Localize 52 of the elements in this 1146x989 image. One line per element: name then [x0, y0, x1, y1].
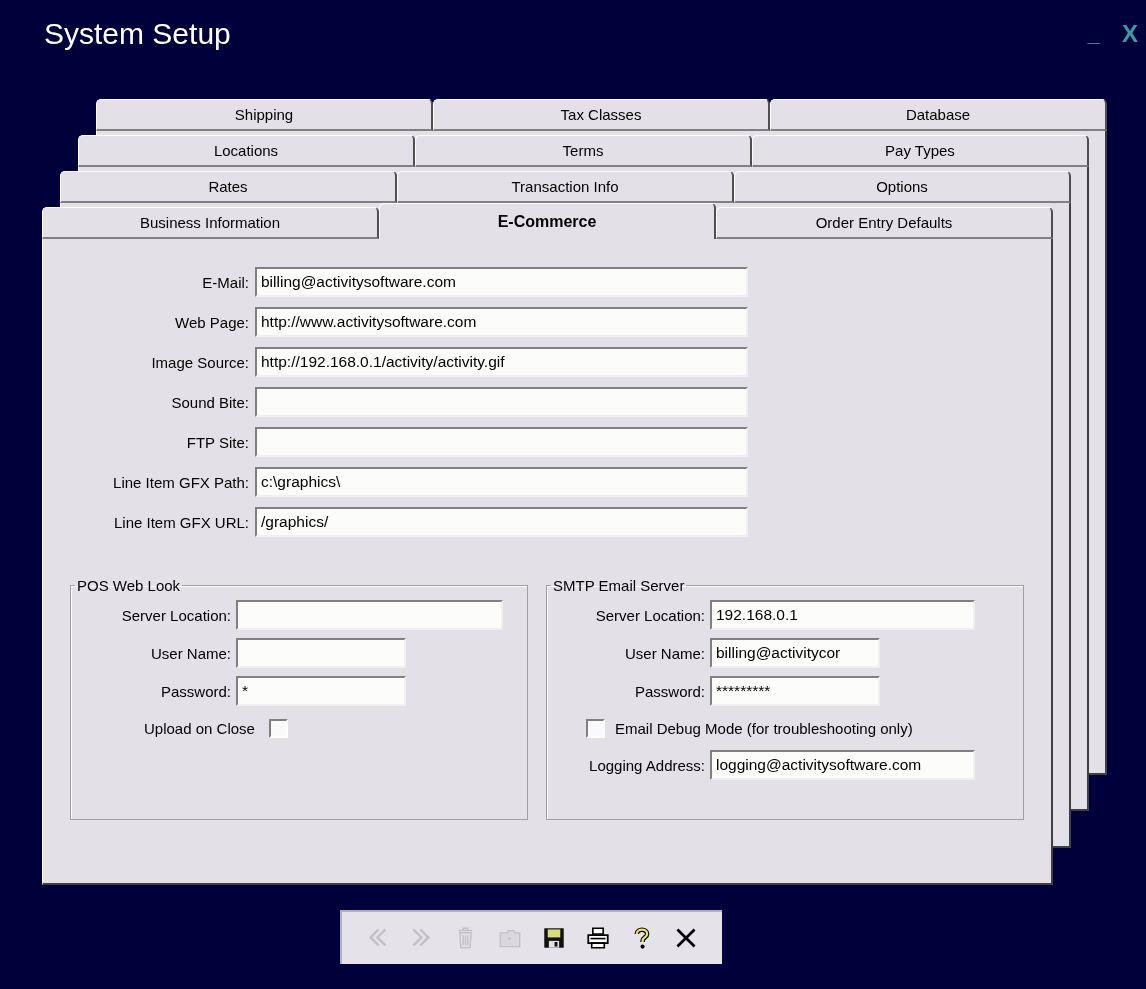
tab[interactable]: Shipping [96, 99, 433, 131]
field-label: Server Location: [120, 606, 231, 624]
field-label: User Name: [149, 644, 231, 662]
input-field[interactable] [255, 387, 748, 417]
window-title: System Setup [44, 17, 231, 51]
tab[interactable]: Tax Classes [433, 99, 770, 131]
tab[interactable]: Database [770, 99, 1107, 131]
tab[interactable]: Business Information [42, 207, 379, 239]
field-label: Line Item GFX URL: [112, 513, 249, 531]
tab[interactable]: Rates [60, 171, 397, 203]
input-field[interactable]: billing@activitysoftware.com [255, 267, 748, 297]
checkbox[interactable] [268, 718, 288, 738]
input-field[interactable] [255, 427, 748, 457]
minimize-button[interactable]: _ [1083, 20, 1104, 48]
input-field[interactable]: http://www.activitysoftware.com [255, 307, 748, 337]
tab[interactable]: Order Entry Defaults [716, 207, 1053, 239]
field-label: Sound Bite: [170, 393, 249, 411]
input-field[interactable]: 192.168.0.1 [710, 600, 975, 630]
checkbox-label: Upload on Close [144, 719, 255, 737]
tab[interactable]: Options [734, 171, 1071, 203]
field-label: User Name: [623, 644, 705, 662]
field-label: E-Mail: [201, 273, 249, 291]
field-label: Password: [159, 682, 231, 700]
input-field[interactable]: http://192.168.0.1/activity/activity.gif [255, 347, 748, 377]
field-label: Password: [633, 682, 705, 700]
input-field[interactable]: ********* [710, 676, 880, 706]
input-field[interactable]: c:\graphics\ [255, 467, 748, 497]
checkbox[interactable] [586, 718, 605, 738]
input-field[interactable]: logging@activitysoftware.com [710, 750, 975, 780]
field-label: Logging Address: [588, 756, 705, 774]
input-field[interactable] [236, 600, 503, 630]
tab[interactable]: Locations [78, 135, 415, 167]
field-label: Image Source: [150, 353, 249, 371]
input-field[interactable] [236, 638, 406, 668]
field-label: Line Item GFX Path: [112, 473, 249, 491]
printer-icon [586, 926, 610, 950]
group-title: SMTP Email Server [552, 577, 686, 594]
checkbox-label: Email Debug Mode (for troubleshooting only) [615, 719, 913, 737]
field-label: Web Page: [174, 313, 249, 331]
input-field[interactable]: /graphics/ [255, 507, 748, 537]
field-label: Server Location: [594, 606, 705, 624]
close-icon [674, 926, 698, 950]
tab[interactable]: Pay Types [752, 135, 1089, 167]
tab[interactable]: Terms [415, 135, 752, 167]
input-field[interactable]: * [236, 676, 406, 706]
field-label: FTP Site: [185, 433, 249, 451]
toolbar-button[interactable] [584, 924, 612, 952]
tab[interactable]: E-Commerce [379, 203, 716, 239]
close-button[interactable]: X [1118, 20, 1142, 48]
tab[interactable]: Transaction Info [397, 171, 734, 203]
input-field[interactable]: billing@activitycor [710, 638, 880, 668]
group-title: POS Web Look [76, 577, 182, 594]
